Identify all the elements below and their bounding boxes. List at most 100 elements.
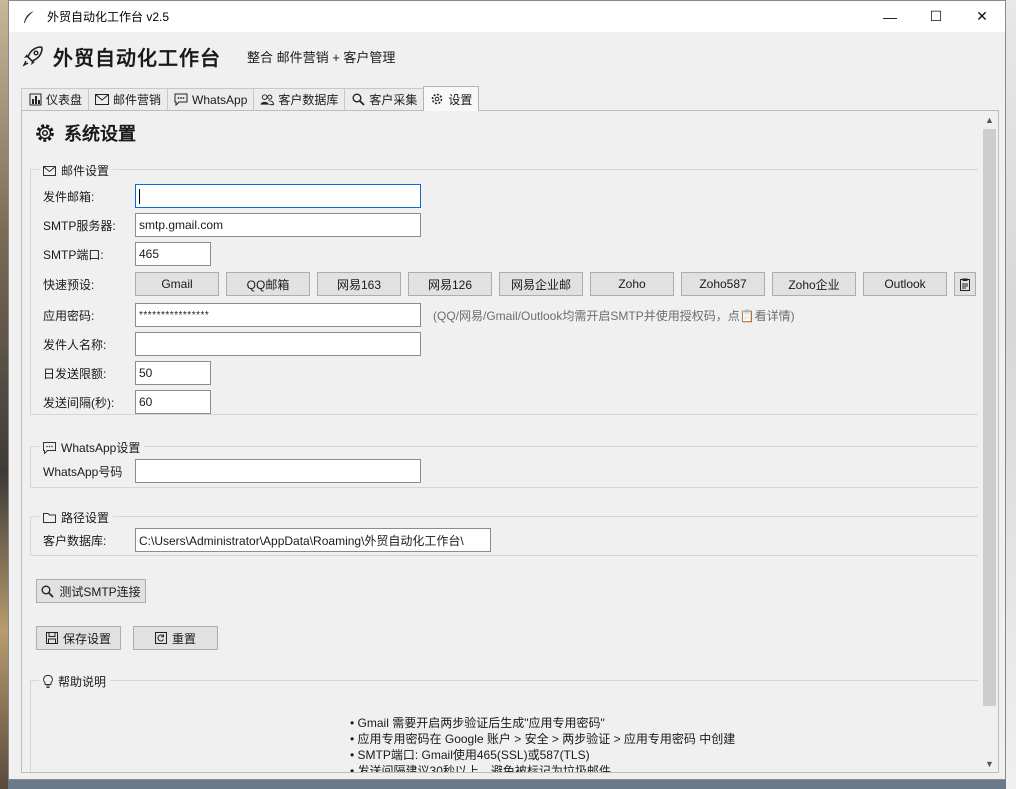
group-label: 路径设置: [39, 509, 114, 526]
tab-whatsapp[interactable]: WhatsApp: [167, 88, 255, 110]
preset-buttons: Gmail QQ邮箱 网易163 网易126 网易企业邮 Zoho Zoho58…: [135, 272, 976, 296]
bar-chart-icon: [28, 93, 42, 107]
scroll-up-arrow-icon[interactable]: ▲: [981, 111, 998, 128]
send-interval-input[interactable]: 60: [135, 390, 211, 414]
group-label-text: 邮件设置: [61, 164, 110, 178]
feather-icon: [21, 9, 37, 25]
daily-limit-row: 日发送限额: 50: [43, 361, 211, 385]
app-password-hint: (QQ/网易/Gmail/Outlook均需开启SMTP并使用授权码，点📋看详情…: [433, 308, 795, 323]
settings-panel: 系统设置 邮件设置 发件邮箱: SMTP服务器: smtp.gmail.com: [21, 110, 999, 773]
whatsapp-number-input[interactable]: [135, 459, 421, 483]
smtp-server-label: SMTP服务器:: [43, 218, 116, 233]
customer-db-input[interactable]: C:\Users\Administrator\AppData\Roaming\外…: [135, 528, 491, 552]
envelope-icon: [95, 93, 110, 107]
whatsapp-number-label: WhatsApp号码: [43, 464, 123, 479]
smtp-port-input[interactable]: 465: [135, 242, 211, 266]
sender-name-input[interactable]: [135, 332, 421, 356]
sender-name-row: 发件人名称:: [43, 332, 421, 356]
sender-email-row: 发件邮箱:: [43, 184, 421, 208]
clipboard-icon: [960, 278, 970, 291]
preset-126-button[interactable]: 网易126: [408, 272, 492, 296]
path-settings-group: 路径设置 客户数据库: C:\Users\Administrator\AppDa…: [30, 509, 978, 556]
help-item: • SMTP端口: Gmail使用465(SSL)或587(TLS): [350, 748, 590, 762]
group-label-text: 帮助说明: [58, 675, 107, 689]
desktop-background-left: [0, 0, 8, 789]
group-label-text: WhatsApp设置: [61, 441, 141, 455]
section-title: 系统设置: [34, 120, 136, 146]
quick-presets-label: 快速预设:: [43, 277, 95, 292]
daily-limit-input[interactable]: 50: [135, 361, 211, 385]
help-list: • Gmail 需要开启两步验证后生成"应用专用密码" • 应用专用密码在 Go…: [350, 715, 736, 773]
smtp-port-row: SMTP端口: 465: [43, 242, 211, 266]
tab-email-marketing[interactable]: 邮件营销: [88, 88, 169, 110]
refresh-icon: [154, 632, 167, 644]
search-icon: [351, 93, 365, 107]
tab-label: 客户数据库: [278, 93, 339, 107]
tab-dashboard[interactable]: 仪表盘: [21, 88, 90, 110]
users-icon: [260, 93, 275, 107]
group-label: 帮助说明: [39, 673, 111, 690]
close-button[interactable]: ✕: [959, 1, 1005, 32]
save-icon: [45, 632, 58, 644]
tab-label: 设置: [448, 92, 473, 107]
tab-label: WhatsApp: [192, 92, 248, 107]
preset-netease-enterprise-button[interactable]: 网易企业邮: [499, 272, 583, 296]
preset-details-button[interactable]: [954, 272, 976, 296]
maximize-button[interactable]: ☐: [913, 1, 959, 32]
preset-outlook-button[interactable]: Outlook: [863, 272, 947, 296]
sender-email-input[interactable]: [135, 184, 421, 208]
preset-163-button[interactable]: 网易163: [317, 272, 401, 296]
app-title: 外贸自动化工作台: [53, 47, 221, 70]
title-bar[interactable]: 外贸自动化工作台 v2.5 — ☐ ✕: [9, 1, 1005, 32]
envelope-icon: [43, 165, 56, 176]
tab-bar: 仪表盘 邮件营销 WhatsApp 客户数据库 客户采集 设置: [21, 86, 480, 111]
section-title-text: 系统设置: [64, 124, 136, 144]
lightbulb-icon: [43, 675, 53, 688]
tab-customer-collection[interactable]: 客户采集: [344, 88, 425, 110]
preset-gmail-button[interactable]: Gmail: [135, 272, 219, 296]
tab-settings[interactable]: 设置: [423, 86, 480, 111]
smtp-server-row: SMTP服务器: smtp.gmail.com: [43, 213, 421, 237]
help-item: • 发送间隔建议30秒以上，避免被标记为垃圾邮件: [350, 764, 611, 773]
tab-label: 仪表盘: [46, 93, 83, 107]
settings-content: 系统设置 邮件设置 发件邮箱: SMTP服务器: smtp.gmail.com: [30, 111, 978, 772]
smtp-port-label: SMTP端口:: [43, 247, 104, 262]
preset-qq-button[interactable]: QQ邮箱: [226, 272, 310, 296]
reset-button[interactable]: 重置: [133, 626, 218, 650]
app-window: 外贸自动化工作台 v2.5 — ☐ ✕ 外贸自动化工作台 整合 邮件营销 + 客…: [8, 0, 1006, 780]
tab-label: 邮件营销: [113, 93, 162, 107]
quick-presets-row: 快速预设: Gmail QQ邮箱 网易163 网易126 网易企业邮 Zoho …: [43, 272, 976, 296]
sender-name-label: 发件人名称:: [43, 337, 107, 352]
chat-icon: [43, 441, 56, 454]
daily-limit-label: 日发送限额:: [43, 366, 107, 381]
vertical-scrollbar[interactable]: ▲ ▼: [981, 111, 998, 772]
tab-customer-database[interactable]: 客户数据库: [253, 88, 346, 110]
scrollbar-thumb[interactable]: [983, 129, 996, 706]
button-label: 测试SMTP连接: [59, 584, 141, 599]
app-password-label: 应用密码:: [43, 308, 95, 323]
group-label: WhatsApp设置: [39, 439, 145, 456]
desktop-background-right: [1006, 0, 1016, 789]
preset-zoho-button[interactable]: Zoho: [590, 272, 674, 296]
minimize-button[interactable]: —: [867, 1, 913, 32]
scroll-down-arrow-icon[interactable]: ▼: [981, 755, 998, 772]
app-password-row: 应用密码: **************** (QQ/网易/Gmail/Outl…: [43, 303, 795, 327]
customer-db-row: 客户数据库: C:\Users\Administrator\AppData\Ro…: [43, 528, 491, 552]
folder-icon: [43, 512, 56, 523]
button-label: 保存设置: [62, 631, 111, 646]
whatsapp-number-row: WhatsApp号码: [43, 459, 421, 483]
whatsapp-settings-group: WhatsApp设置 WhatsApp号码: [30, 439, 978, 488]
preset-zoho-enterprise-button[interactable]: Zoho企业: [772, 272, 856, 296]
smtp-server-input[interactable]: smtp.gmail.com: [135, 213, 421, 237]
app-header: 外贸自动化工作台 整合 邮件营销 + 客户管理: [9, 32, 1005, 80]
app-password-input[interactable]: ****************: [135, 303, 421, 327]
test-smtp-button[interactable]: 测试SMTP连接: [36, 579, 146, 603]
customer-db-label: 客户数据库:: [43, 533, 107, 548]
group-label-text: 路径设置: [61, 511, 110, 525]
chat-icon: [174, 93, 188, 107]
help-item: • 应用专用密码在 Google 账户 > 安全 > 两步验证 > 应用专用密码…: [350, 732, 736, 746]
send-interval-label: 发送间隔(秒):: [43, 395, 115, 410]
save-settings-button[interactable]: 保存设置: [36, 626, 121, 650]
text-cursor: [139, 188, 140, 204]
preset-zoho587-button[interactable]: Zoho587: [681, 272, 765, 296]
